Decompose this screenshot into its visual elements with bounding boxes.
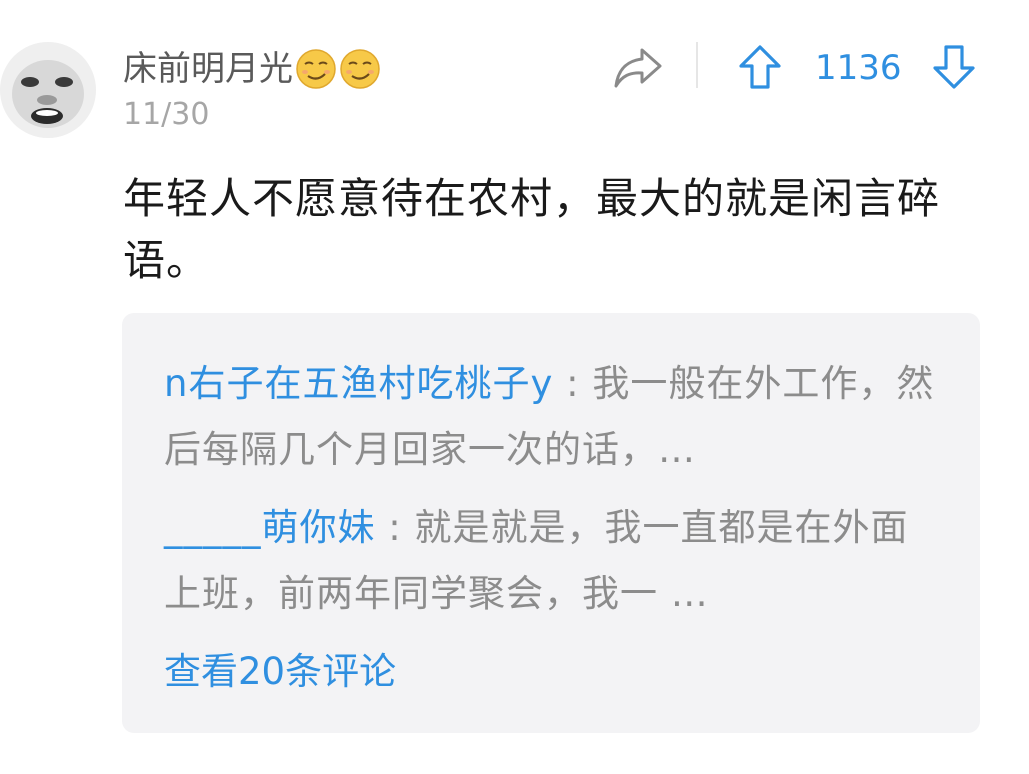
reply-item[interactable]: _____萌你妹 : 就是就是，我一直都是在外面上班，前两年同学聚会，我一 …: [164, 495, 944, 627]
username-text: 床前明月光: [123, 49, 293, 89]
smirk-emoji-icon: [296, 49, 336, 89]
comment-date: 11/30: [123, 97, 210, 132]
action-divider: [696, 42, 698, 88]
avatar-face-image: [0, 42, 96, 138]
reply-separator: :: [553, 362, 593, 405]
vote-count: 1136: [815, 48, 902, 88]
smirk-emoji-icon: [340, 49, 380, 89]
comment-body: 年轻人不愿意待在农村，最大的就是闲言碎语。: [123, 174, 941, 285]
reply-author[interactable]: _____萌你妹: [164, 506, 376, 549]
reply-author[interactable]: n右子在五渔村吃桃子y: [164, 362, 553, 405]
reply-item[interactable]: n右子在五渔村吃桃子y : 我一般在外工作，然后每隔几个月回家一次的话，…: [164, 351, 944, 483]
share-icon[interactable]: [612, 44, 664, 90]
upvote-icon[interactable]: [738, 44, 782, 90]
avatar[interactable]: [0, 42, 96, 138]
username[interactable]: 床前明月光: [123, 48, 381, 90]
reply-box[interactable]: n右子在五渔村吃桃子y : 我一般在外工作，然后每隔几个月回家一次的话，… __…: [122, 313, 980, 733]
downvote-icon[interactable]: [932, 44, 976, 90]
reply-separator: :: [375, 506, 415, 549]
view-all-comments-link[interactable]: 查看20条评论: [164, 639, 396, 705]
